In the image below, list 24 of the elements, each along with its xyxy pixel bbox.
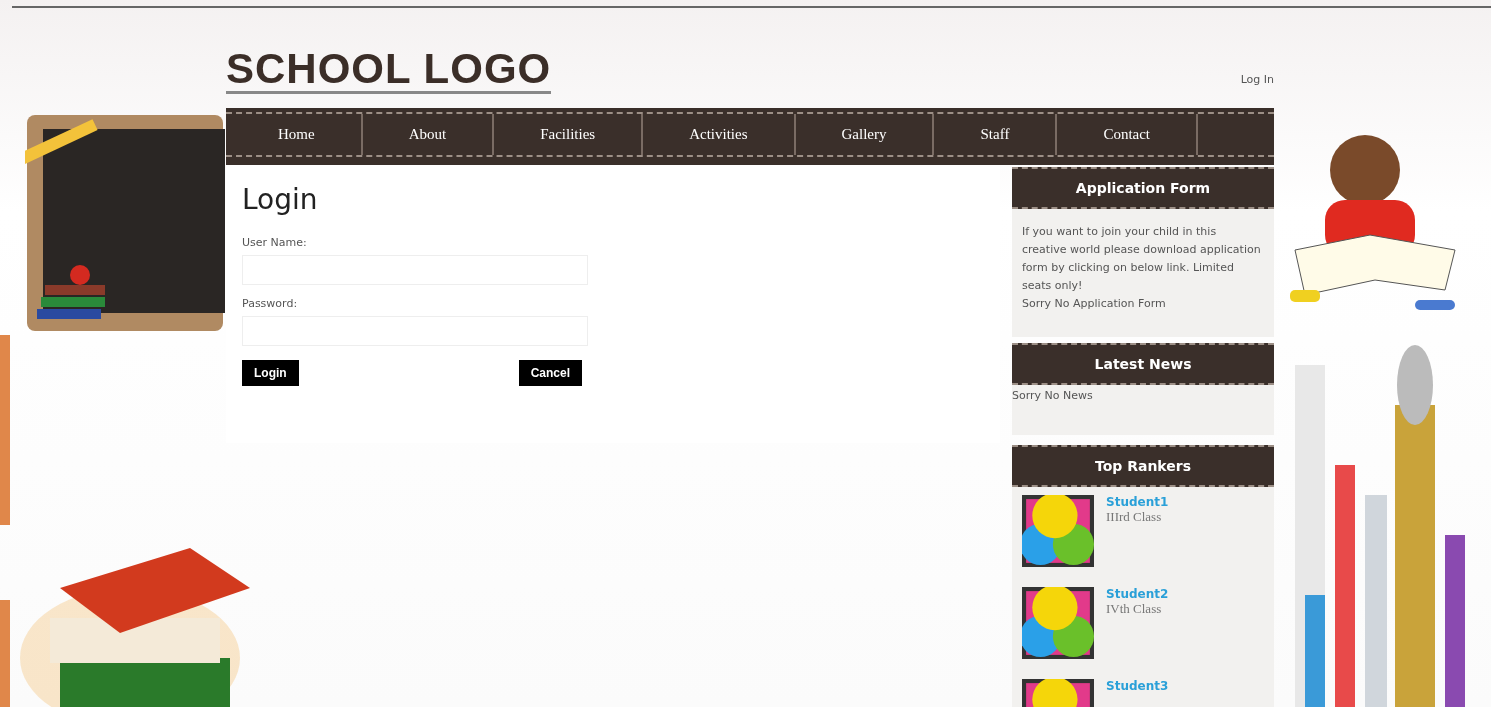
nav-link[interactable]: Activities: [643, 114, 796, 155]
school-logo: SCHOOL LOGO: [226, 49, 552, 94]
login-link[interactable]: Log In: [1240, 73, 1274, 86]
field-label: Password:: [242, 297, 299, 310]
balloons-picture: [1022, 587, 1094, 659]
balloons-picture: [1022, 495, 1094, 567]
field-label: User Name:: [242, 236, 308, 249]
nav-link[interactable]: About: [362, 114, 495, 155]
form-button[interactable]: Cancel: [518, 360, 582, 386]
nav-link[interactable]: Home: [232, 114, 363, 155]
login-title: Login: [242, 183, 319, 216]
nav-link[interactable]: Facilities: [494, 114, 644, 155]
news-text: Sorry No News: [1012, 388, 1094, 404]
section-header: Application Form: [1012, 167, 1274, 209]
class-label: IVth Class: [1106, 601, 1163, 617]
info-text: If you want to join your child in this creative world please download application form by clicking on below link. Limited seats only!: [1022, 224, 1262, 294]
section-header: Latest News: [1012, 343, 1274, 385]
form-button[interactable]: Login: [242, 360, 299, 386]
nav-link[interactable]: Gallery: [795, 114, 935, 155]
section-header: Top Rankers: [1012, 445, 1274, 487]
class-label: IIIrd Class: [1106, 509, 1163, 525]
notice-text: Sorry No Application Form: [1022, 296, 1167, 312]
nav-link[interactable]: Staff: [934, 114, 1058, 155]
nav-link[interactable]: Contact: [1057, 114, 1199, 155]
